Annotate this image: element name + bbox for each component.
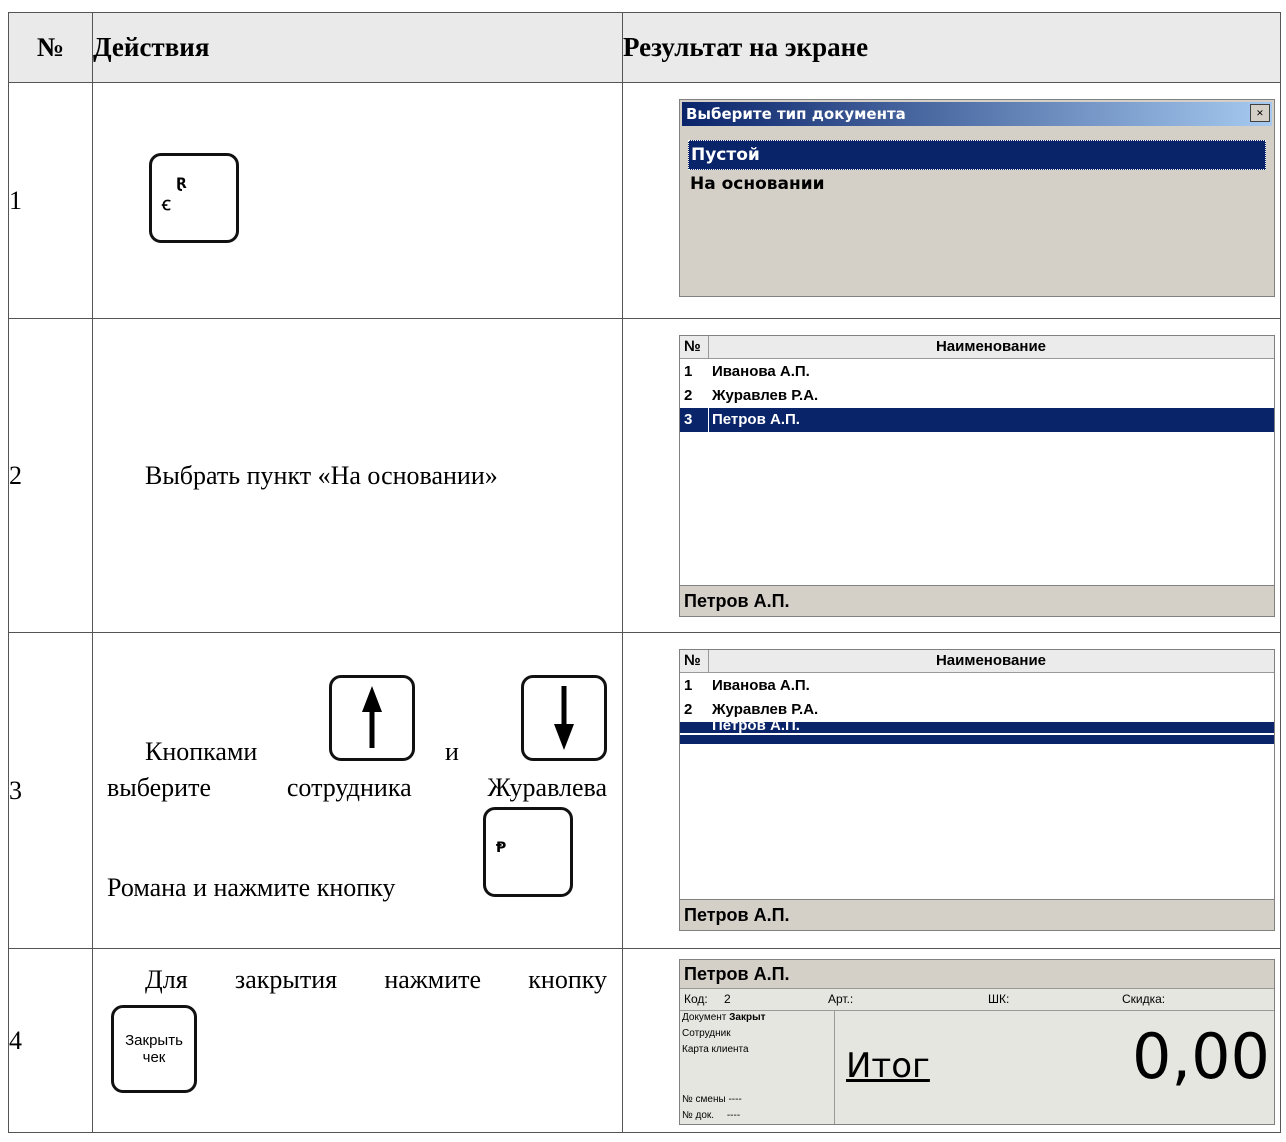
- list-footer: Петров А.П.: [680, 585, 1274, 616]
- col-name-header: Наименование: [935, 338, 1047, 355]
- action-text-line3: Романа и нажмите кнопку: [107, 873, 396, 902]
- shift-value: ----: [728, 1094, 742, 1105]
- employee-list: № Наименование 1 Иванова А.П. 2 Журавлев…: [679, 649, 1275, 931]
- header-result: Результат на экране: [622, 12, 1281, 83]
- option-empty[interactable]: Пустой: [688, 140, 1266, 170]
- employee-list: № Наименование 1 Иванова А.П. 2 Журавлев…: [679, 335, 1275, 617]
- arrow-up-key[interactable]: [329, 675, 415, 761]
- list-item[interactable]: 1 Иванова А.П.: [680, 674, 1274, 698]
- item-num: 2: [684, 387, 693, 404]
- receipt-screen: Петров А.П. Код: 2 Арт.: ШК: Скидка: Док…: [679, 959, 1275, 1125]
- item-name: Журавлев Р.А.: [712, 387, 819, 404]
- close-icon[interactable]: ×: [1250, 104, 1270, 122]
- discount-label: Скидка:: [1122, 992, 1166, 1006]
- key-glyph-icon: Ꞓ: [162, 198, 171, 214]
- option-based-on[interactable]: На основании: [688, 170, 1266, 198]
- total-label: Итог: [846, 1046, 930, 1086]
- barcode-label: ШК:: [988, 992, 1010, 1006]
- list-item[interactable]: 2 Журавлев Р.А.: [680, 698, 1274, 722]
- row-4-action: Для закрытия нажмите кнопку Закрыть чек: [92, 948, 623, 1133]
- docnum-value: ----: [726, 1110, 741, 1121]
- code-label: Код:: [684, 992, 708, 1006]
- doc-label: Документ: [682, 1012, 727, 1023]
- row-3-action: Кнопками и выберите сотрудника Журавлева…: [92, 632, 623, 949]
- list-item[interactable]: 1 Иванова А.П.: [680, 360, 1274, 384]
- card-label: Карта клиента: [682, 1044, 749, 1055]
- key-glyph-icon: Ɽ: [176, 176, 187, 192]
- key-glyph-icon: Ᵽ: [496, 840, 507, 856]
- row-1-result: Выберите тип документа × Пустой На основ…: [622, 82, 1281, 319]
- arrow-up-icon: [362, 686, 382, 748]
- action-text-line2: выберите сотрудника Журавлева: [107, 773, 607, 802]
- header-actions: Действия: [92, 12, 623, 83]
- header-num: №: [8, 12, 93, 83]
- list-header: № Наименование: [680, 336, 1274, 359]
- row-4-num: 4: [8, 948, 93, 1133]
- list-item-selected[interactable]: 3 Петров А.П.: [680, 408, 1274, 432]
- art-label: Арт.:: [828, 992, 854, 1006]
- action-and: и: [445, 737, 459, 766]
- dialog-title: Выберите тип документа: [682, 102, 1272, 126]
- row-1-action: Ɽ Ꞓ: [92, 82, 623, 319]
- row-2-result: № Наименование 1 Иванова А.П. 2 Журавлев…: [622, 318, 1281, 633]
- arrow-down-key[interactable]: [521, 675, 607, 761]
- item-num: 3: [684, 411, 693, 428]
- list-header: № Наименование: [680, 650, 1274, 673]
- shift-label: № смены: [682, 1094, 726, 1105]
- row-4-result: Петров А.П. Код: 2 Арт.: ШК: Скидка: Док…: [622, 948, 1281, 1133]
- item-num: 1: [684, 363, 693, 380]
- docnum-line: № док. ----: [682, 1110, 740, 1121]
- row-2-action: Выбрать пункт «На основании»: [92, 318, 623, 633]
- code-value: 2: [724, 992, 731, 1006]
- receipt-side-panel: Документ Закрыт Сотрудник Карта клиента …: [680, 1010, 835, 1124]
- doc-status-line: Документ Закрыт: [682, 1012, 766, 1023]
- item-name: Иванова А.П.: [712, 677, 810, 694]
- list-footer: Петров А.П.: [680, 899, 1274, 930]
- col-name-header: Наименование: [935, 652, 1047, 669]
- instruction-table: № Действия Результат на экране 1 Ɽ Ꞓ Выб…: [8, 12, 1281, 1133]
- keyboard-key-new[interactable]: Ɽ Ꞓ: [149, 153, 239, 243]
- shift-line: № смены ----: [682, 1094, 742, 1105]
- arrow-down-icon: [554, 686, 574, 750]
- total-value: 0,00: [1131, 1020, 1270, 1093]
- list-item-selected[interactable]: Петров А.П.: [680, 722, 1274, 744]
- action-text: Для закрытия нажмите кнопку: [145, 965, 607, 994]
- docnum-label: № док.: [682, 1110, 715, 1121]
- item-name: Петров А.П.: [712, 722, 800, 734]
- close-receipt-key[interactable]: Закрыть чек: [111, 1005, 197, 1093]
- doc-type-dialog: Выберите тип документа × Пустой На основ…: [679, 99, 1275, 297]
- item-name: Иванова А.П.: [712, 363, 810, 380]
- list-item[interactable]: 2 Журавлев Р.А.: [680, 384, 1274, 408]
- receipt-employee: Петров А.П.: [680, 960, 1274, 989]
- row-3-num: 3: [8, 632, 93, 949]
- row-3-result: № Наименование 1 Иванова А.П. 2 Журавлев…: [622, 632, 1281, 949]
- item-num: 1: [684, 677, 693, 694]
- item-name: Журавлев Р.А.: [712, 701, 819, 718]
- item-name: Петров А.П.: [712, 411, 800, 428]
- keyboard-key-enter[interactable]: Ᵽ: [483, 807, 573, 897]
- col-num-header: №: [684, 338, 701, 355]
- doc-status: Закрыт: [729, 1012, 766, 1023]
- receipt-info-bar: Код: 2 Арт.: ШК: Скидка:: [680, 988, 1274, 1011]
- employee-label: Сотрудник: [682, 1028, 731, 1039]
- row-1-num: 1: [8, 82, 93, 319]
- col-num-header: №: [684, 652, 701, 669]
- item-num: 2: [684, 701, 693, 718]
- row-2-num: 2: [8, 318, 93, 633]
- action-text: Кнопками: [145, 737, 258, 766]
